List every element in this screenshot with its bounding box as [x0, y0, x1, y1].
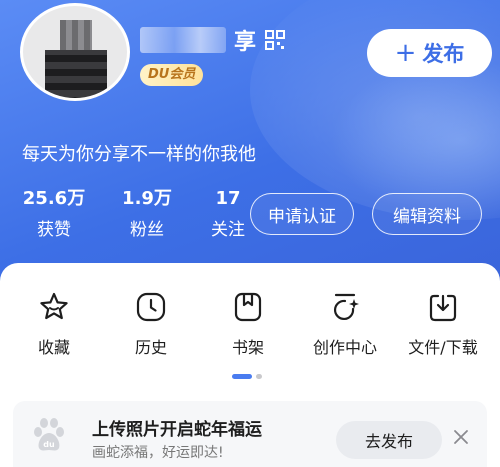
- username-blurred: [140, 27, 226, 53]
- tool-label: 书架: [231, 338, 264, 357]
- stat-label: 获赞: [37, 220, 71, 240]
- bookshelf-icon: [234, 292, 262, 322]
- vip-badge[interactable]: DU会员: [140, 64, 204, 86]
- baidu-paw-icon: du: [34, 418, 64, 451]
- promo-banner[interactable]: du 上传照片开启蛇年福运 画蛇添福，好运即达! 去发布: [13, 401, 487, 467]
- tool-label: 历史: [134, 338, 167, 357]
- stat-following[interactable]: 17 关注: [206, 188, 250, 240]
- publish-label: 发布: [422, 42, 465, 66]
- tool-favorites[interactable]: 收藏: [9, 290, 99, 358]
- go-publish-button[interactable]: 去发布: [336, 421, 442, 459]
- download-icon: [429, 294, 457, 322]
- stat-value: 1.9万: [122, 188, 172, 209]
- page-dot: [256, 374, 262, 379]
- qr-code-icon[interactable]: [264, 29, 286, 51]
- publish-button[interactable]: + 发布: [367, 29, 492, 77]
- avatar-body: [45, 50, 107, 98]
- bio: 每天为你分享不一样的你我他: [22, 144, 256, 165]
- tool-history[interactable]: 历史: [106, 290, 196, 358]
- page-indicator: [232, 374, 262, 379]
- stat-label: 关注: [211, 220, 245, 240]
- tool-bookshelf[interactable]: 书架: [203, 290, 293, 358]
- page-dot-active: [232, 374, 252, 379]
- avatar[interactable]: [20, 3, 130, 101]
- tool-creator-center[interactable]: 创作中心: [300, 290, 390, 358]
- stat-likes[interactable]: 25.6万 获赞: [22, 188, 86, 240]
- username[interactable]: 享: [140, 22, 286, 58]
- banner-subtitle: 画蛇添福，好运即达!: [92, 445, 224, 461]
- username-suffix: 享: [234, 30, 257, 55]
- apply-verification-button[interactable]: 申请认证: [250, 193, 354, 235]
- star-icon: [40, 292, 68, 320]
- banner-title: 上传照片开启蛇年福运: [92, 420, 262, 440]
- tool-label: 收藏: [37, 338, 70, 357]
- tool-label: 文件/下载: [408, 338, 478, 357]
- creator-center-icon: [333, 293, 359, 321]
- stat-value: 25.6万: [22, 188, 86, 209]
- svg-text:du: du: [43, 440, 55, 449]
- stat-fans[interactable]: 1.9万 粉丝: [118, 188, 176, 240]
- close-icon[interactable]: [453, 429, 469, 445]
- tool-label: 创作中心: [312, 338, 377, 357]
- plus-icon: +: [394, 38, 417, 68]
- stat-value: 17: [215, 188, 241, 209]
- stat-label: 粉丝: [130, 220, 164, 240]
- clock-icon: [136, 292, 166, 322]
- edit-profile-button[interactable]: 编辑资料: [372, 193, 482, 235]
- tool-files-download[interactable]: 文件/下载: [398, 290, 488, 358]
